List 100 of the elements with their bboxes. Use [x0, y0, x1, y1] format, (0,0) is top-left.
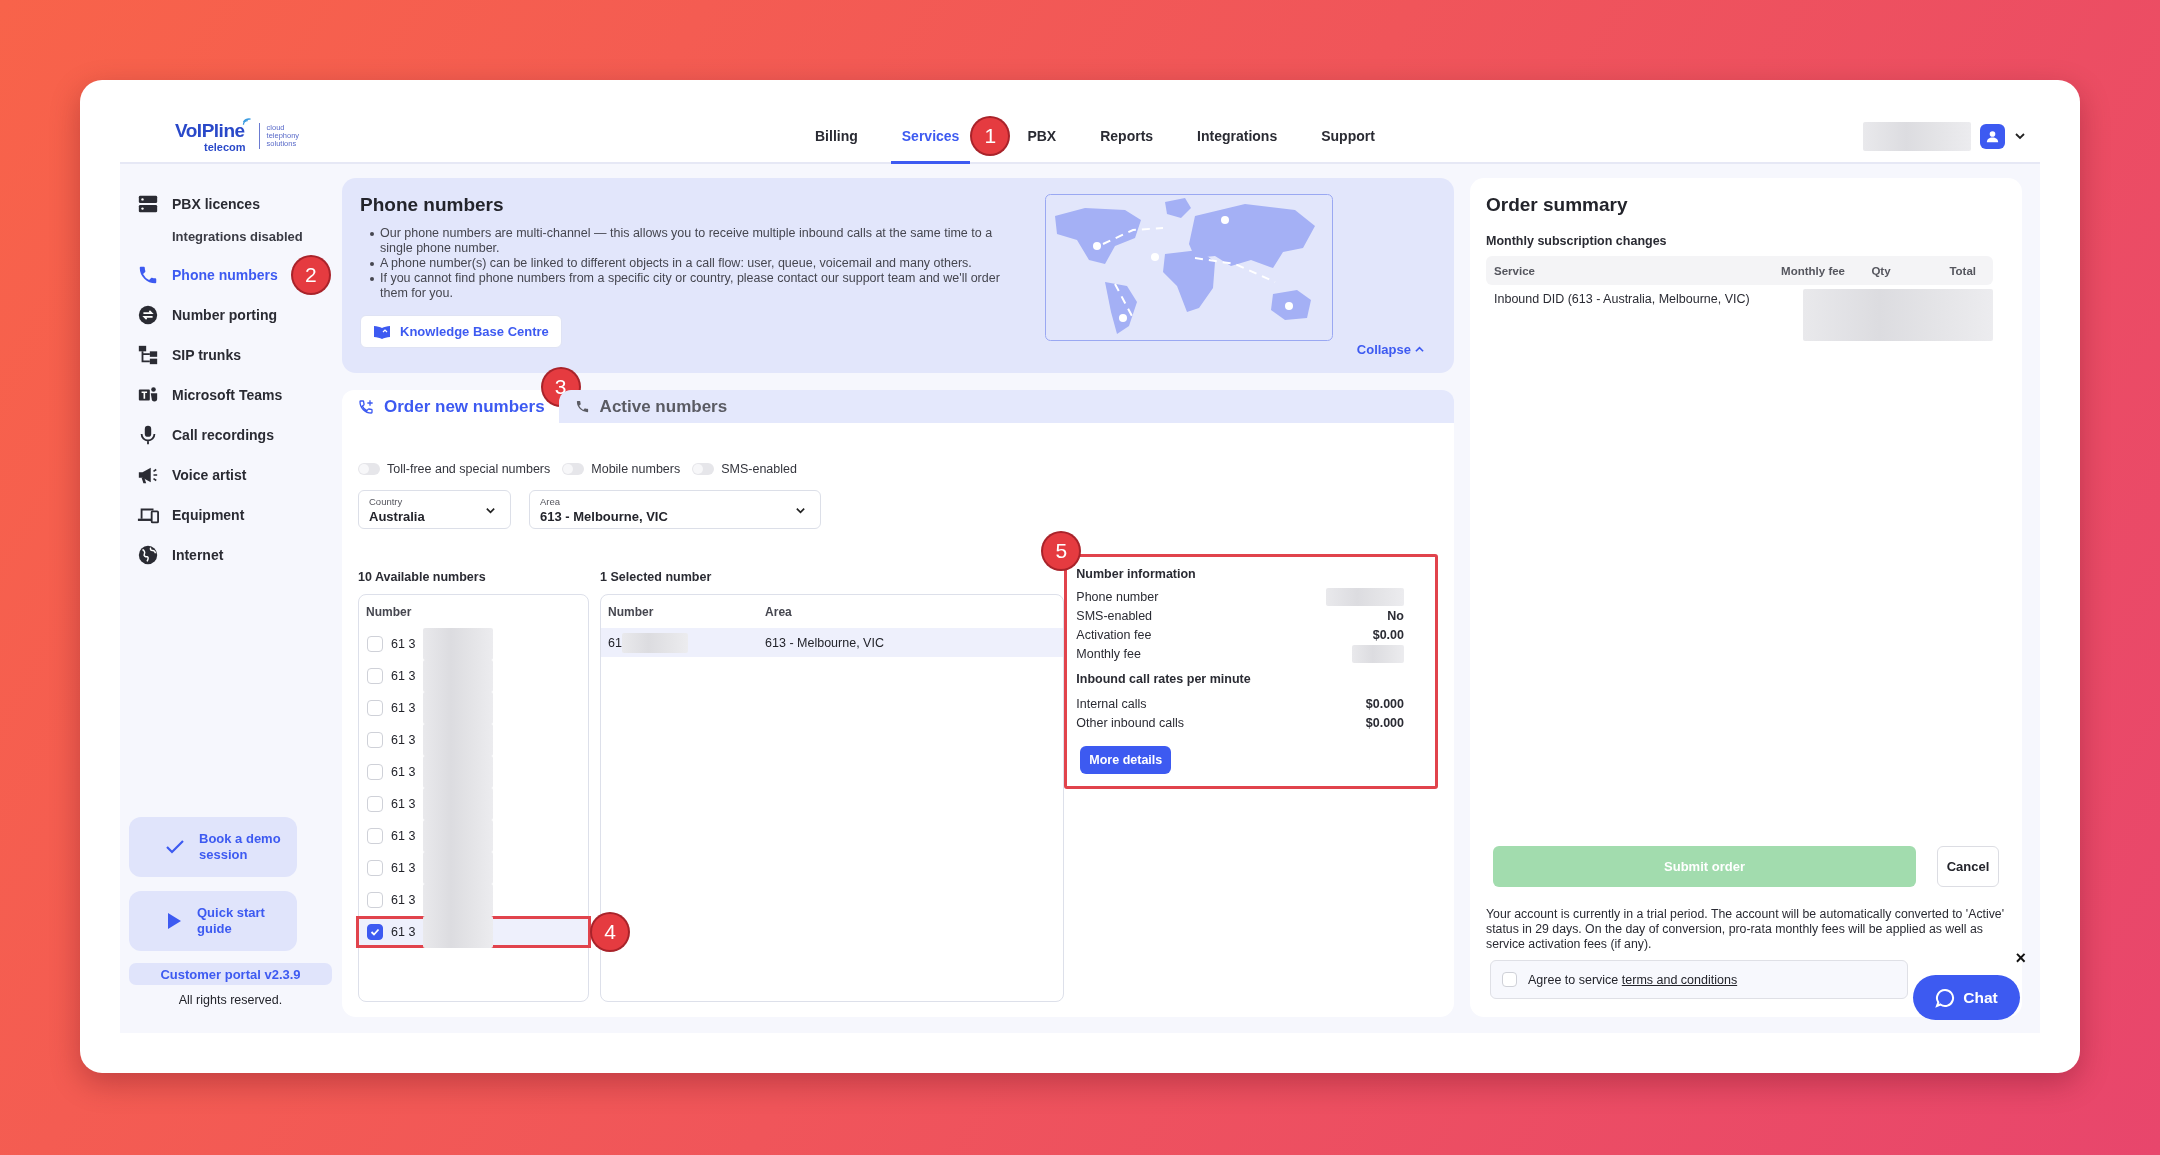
nav-tab[interactable]: Billing — [804, 110, 869, 164]
knowledge-base-button[interactable]: Knowledge Base Centre — [360, 315, 562, 348]
annotation-marker: 5 — [1043, 533, 1080, 569]
toggle-label: Toll-free and special numbers — [387, 462, 551, 476]
panel-subtitle: Inbound call rates per minute — [1076, 672, 1252, 686]
phone-number: 61 3 — [391, 701, 416, 715]
globe-icon — [137, 544, 159, 566]
sidebar-item[interactable]: Internet — [129, 535, 332, 575]
phone-number: 61 3 — [391, 733, 416, 747]
list-title: 10 Available numbers — [358, 570, 487, 586]
toggle-switch[interactable] — [692, 463, 715, 475]
swap-arrows-icon — [137, 304, 159, 326]
bullet-text: Our phone numbers are multi-channel — this allows you to receive multiple inbound calls at the same time to a single phone number. — [370, 226, 1020, 256]
user-icon — [1985, 128, 2000, 144]
nav-tab[interactable]: Integrations — [1186, 110, 1289, 164]
terms-link[interactable]: terms and conditions — [1621, 972, 1738, 987]
info-value: $0.00 — [1372, 627, 1404, 642]
server-icon — [137, 193, 159, 215]
nav-tab[interactable]: PBX — [1016, 110, 1068, 164]
close-icon[interactable]: × — [2015, 949, 2026, 967]
list-row[interactable]: 61 3 — [356, 692, 592, 724]
nav-tab[interactable]: Support — [1310, 110, 1386, 164]
table-cell: 613 - Melbourne, VIC — [765, 635, 884, 650]
more-details-button[interactable]: More details — [1080, 746, 1172, 774]
toggle-label: Mobile numbers — [591, 462, 681, 476]
version-label: Customer portal v2.3.9 — [129, 963, 332, 985]
chevron-up-icon — [1415, 345, 1424, 354]
panel-subtitle: Monthly subscription changes — [1486, 234, 1668, 248]
dropdown-field[interactable]: Country Australia — [358, 490, 511, 529]
promo-card[interactable]: Quick start guide — [129, 891, 297, 951]
blurred-patch — [1352, 644, 1404, 663]
promo-card[interactable]: Book a demo session — [129, 817, 297, 877]
column-header: Monthly fee — [1780, 264, 1845, 277]
phone-number: 61 3 — [391, 669, 416, 683]
phone-number: 61 3 — [391, 925, 416, 939]
phone-number: 61 3 — [391, 765, 416, 779]
phone-number: 61 3 — [391, 797, 416, 811]
annotation-marker: 1 — [972, 118, 1009, 154]
info-label: Phone number — [1076, 589, 1159, 604]
brand-logo[interactable]: VoIPline telecom — [175, 119, 252, 153]
list-row[interactable]: 61 3 — [356, 724, 592, 756]
cancel-button[interactable]: Cancel — [1937, 846, 1999, 887]
bullet-text: A phone number(s) can be linked to different objects in a call flow: user, queue, voicemail and many others. — [370, 256, 1020, 271]
sidebar-item[interactable]: Call recordings — [129, 415, 332, 455]
sidebar-note: Integrations disabled — [171, 227, 304, 246]
list-row[interactable]: 61 3 — [356, 884, 592, 916]
trial-notice: Your account is currently in a trial period. The account will be automatically converted to 'Active' status in 29 days. On the day of conversion, pro-rata monthly fees will be applied as well as service activation fees (if any). — [1486, 907, 2005, 952]
agreement-text: Agree to service terms and conditions — [1528, 972, 1738, 987]
list-row[interactable]: 61 3 — [356, 660, 592, 692]
list-row[interactable]: 61 3 — [356, 820, 592, 852]
annotation-marker: 4 — [592, 914, 629, 950]
chevron-down-icon[interactable] — [2014, 130, 2026, 142]
list-row[interactable]: 61 3 — [356, 916, 592, 948]
list-row[interactable]: 61 3 — [356, 628, 592, 660]
sidebar-item[interactable]: Voice artist — [129, 455, 332, 495]
list-row[interactable]: 61 3 — [356, 852, 592, 884]
list-row[interactable]: 61 3 — [356, 788, 592, 820]
sidebar-item[interactable]: SIP trunks — [129, 335, 332, 375]
toggle-switch[interactable] — [358, 463, 380, 475]
sidebar-item[interactable]: PBX licences — [129, 184, 332, 224]
chat-button[interactable]: Chat — [1913, 975, 2020, 1020]
info-label: Other inbound calls — [1076, 715, 1184, 730]
info-value: $0.000 — [1365, 696, 1404, 711]
column-header: Total — [1948, 264, 1976, 277]
checkbox[interactable] — [367, 924, 383, 940]
sidebar-item[interactable]: Microsoft Teams — [129, 375, 332, 415]
collapse-link[interactable]: Collapse — [1356, 342, 1424, 357]
info-label: SMS-enabled — [1076, 608, 1153, 623]
sidebar-item[interactable]: Phone numbers 2 — [129, 255, 332, 295]
hierarchy-icon — [137, 344, 159, 366]
toggle-label: SMS-enabled — [721, 462, 797, 476]
bullet-text: If you cannot find phone numbers from a specific city or country, please contact our support team and we'll order them for you. — [370, 271, 1020, 301]
phone-number: 61 3 — [391, 829, 416, 843]
table-cell-text: Inbound DID (613 - Australia, Melbourne, VIC) — [1494, 291, 1751, 306]
sidebar-item[interactable]: Number porting — [129, 295, 332, 335]
info-label: Internal calls — [1076, 696, 1147, 711]
column-header: Number — [366, 605, 412, 619]
info-value: No — [1387, 608, 1404, 623]
blurred-patch — [622, 632, 688, 653]
play-icon — [165, 912, 183, 930]
list-row[interactable]: 61 3 — [356, 756, 592, 788]
toggle-switch[interactable] — [562, 463, 585, 475]
column-header: Service — [1494, 264, 1536, 277]
book-icon — [373, 323, 391, 340]
phone-number: 61 3 — [391, 637, 416, 651]
column-header: Area — [765, 605, 792, 619]
annotation-marker: 2 — [292, 257, 329, 293]
checkmark-icon — [370, 927, 380, 937]
phone-plus-icon — [358, 398, 374, 415]
sidebar-item[interactable]: Equipment — [129, 495, 332, 535]
table-cell: 61 — [608, 635, 622, 650]
column-header: Qty — [1870, 264, 1892, 277]
footer-text: All rights reserved. — [177, 993, 284, 1007]
avatar-button[interactable] — [1980, 123, 2005, 149]
blurred-patch — [423, 628, 494, 660]
phone-number: 61 3 — [391, 861, 416, 875]
speech-bubble-icon — [1935, 987, 1956, 1008]
nav-tab[interactable]: Reports — [1089, 110, 1165, 164]
dropdown-field[interactable]: Area 613 - Melbourne, VIC — [529, 490, 821, 529]
phone-icon — [137, 264, 159, 286]
